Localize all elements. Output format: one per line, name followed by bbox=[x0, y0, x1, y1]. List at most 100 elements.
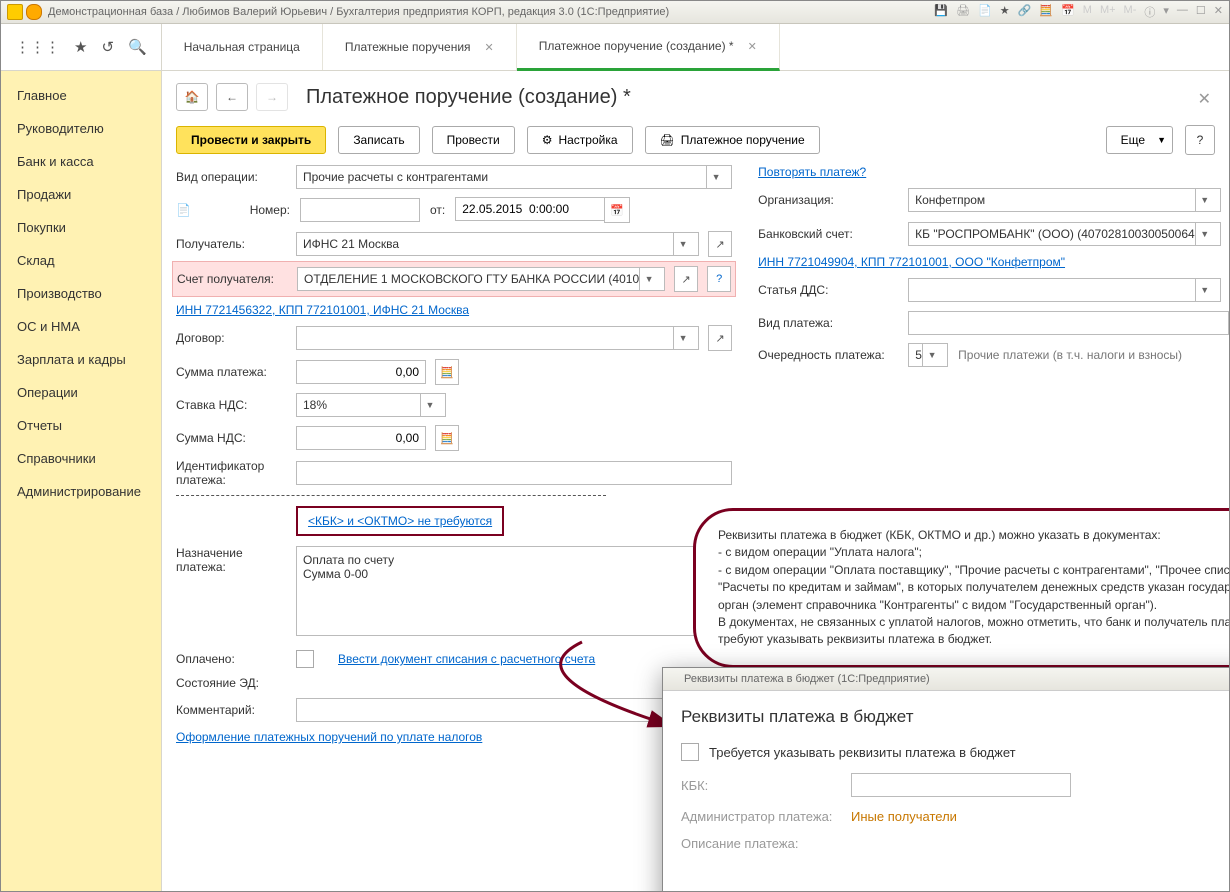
minimize-icon[interactable]: — bbox=[1177, 4, 1188, 20]
chevron-down-icon[interactable]: ▼ bbox=[1195, 189, 1214, 211]
window-title: Демонстрационная база / Любимов Валерий … bbox=[48, 6, 669, 18]
popup-title-bar: Реквизиты платежа в бюджет (1С:Предприят… bbox=[663, 668, 1229, 691]
vat-sum-input[interactable] bbox=[296, 426, 426, 450]
inn-left-link[interactable]: ИНН 7721456322, КПП 772101001, ИФНС 21 М… bbox=[176, 303, 469, 317]
doc-icon[interactable]: 📄 bbox=[978, 4, 992, 20]
sidebar-item-catalogs[interactable]: Справочники bbox=[1, 442, 161, 475]
gear-icon: ⚙ bbox=[542, 133, 553, 147]
m-plus-icon: M+ bbox=[1100, 4, 1116, 20]
tax-link[interactable]: Оформление платежных поручений по уплате… bbox=[176, 730, 482, 744]
sidebar-item-reports[interactable]: Отчеты bbox=[1, 409, 161, 442]
sidebar-item-sales[interactable]: Продажи bbox=[1, 178, 161, 211]
kbk-input[interactable] bbox=[851, 773, 1071, 797]
print-button[interactable]: 🖨Платежное поручение bbox=[645, 126, 820, 154]
apps-icon[interactable]: ⋮⋮⋮ bbox=[15, 38, 60, 56]
sidebar-item-stock[interactable]: Склад bbox=[1, 244, 161, 277]
sidebar-item-main[interactable]: Главное bbox=[1, 79, 161, 112]
recipient-bank-select[interactable]: ОТДЕЛЕНИЕ 1 МОСКОВСКОГО ГТУ БАНКА РОССИИ… bbox=[297, 267, 665, 291]
sidebar: Главное Руководителю Банк и касса Продаж… bbox=[1, 71, 162, 892]
chevron-down-icon[interactable]: ▼ bbox=[673, 327, 692, 349]
tab-payment-create[interactable]: Платежное поручение (создание) *✕ bbox=[517, 24, 780, 71]
help-field-button[interactable]: ? bbox=[707, 266, 731, 292]
chevron-down-icon[interactable]: ▼ bbox=[1195, 223, 1214, 245]
contract-label: Договор: bbox=[176, 331, 286, 345]
chevron-down-icon[interactable]: ▼ bbox=[639, 268, 658, 290]
sidebar-item-director[interactable]: Руководителю bbox=[1, 112, 161, 145]
sidebar-item-production[interactable]: Производство bbox=[1, 277, 161, 310]
purpose-textarea[interactable]: Оплата по счету Сумма 0-00 bbox=[296, 546, 732, 636]
repeat-link[interactable]: Повторять платеж? bbox=[758, 165, 866, 179]
vat-sum-label: Сумма НДС: bbox=[176, 431, 286, 445]
paid-checkbox[interactable] bbox=[296, 650, 314, 668]
sum-input[interactable] bbox=[296, 360, 426, 384]
date-input[interactable]: 📅 bbox=[455, 197, 630, 223]
open-icon[interactable]: ↗ bbox=[708, 325, 732, 351]
app-logo-icon bbox=[669, 674, 680, 685]
dropdown-icon[interactable]: ▾ bbox=[1163, 4, 1169, 20]
separator bbox=[176, 495, 606, 496]
app-logo-icon bbox=[7, 4, 23, 20]
link-icon[interactable]: 🔗 bbox=[1018, 4, 1032, 20]
number-input[interactable] bbox=[300, 198, 420, 222]
chevron-down-icon[interactable]: ▼ bbox=[1195, 279, 1214, 301]
open-icon[interactable]: ↗ bbox=[708, 231, 732, 257]
history-icon[interactable]: ↺ bbox=[101, 38, 114, 56]
sidebar-item-hr[interactable]: Зарплата и кадры bbox=[1, 343, 161, 376]
info-icon[interactable]: ⓘ bbox=[1144, 4, 1155, 20]
sidebar-item-operations[interactable]: Операции bbox=[1, 376, 161, 409]
paid-link[interactable]: Ввести документ списания с расчетного сч… bbox=[338, 652, 595, 666]
save-button[interactable]: Записать bbox=[338, 126, 419, 154]
save-icon[interactable]: 💾 bbox=[934, 4, 948, 20]
print-icon[interactable]: 🖨 bbox=[956, 4, 970, 20]
back-button[interactable]: ← bbox=[216, 83, 248, 111]
priority-select[interactable]: 5▼ bbox=[908, 343, 948, 367]
pay-kind-select[interactable]: ▼ bbox=[908, 311, 1229, 335]
chevron-down-icon[interactable]: ▼ bbox=[673, 233, 692, 255]
printer-icon: 🖨 bbox=[660, 133, 675, 147]
sys-icons: 💾 🖨 📄 ★ 🔗 🧮 📅 M M+ M- ⓘ ▾ — ☐ ✕ bbox=[934, 4, 1223, 20]
sidebar-item-assets[interactable]: ОС и НМА bbox=[1, 310, 161, 343]
chevron-down-icon[interactable]: ▼ bbox=[706, 166, 725, 188]
bank-acct-select[interactable]: КБ "РОСПРОМБАНК" (ООО) (4070281003005006… bbox=[908, 222, 1221, 246]
org-select[interactable]: Конфетпром▼ bbox=[908, 188, 1221, 212]
vat-rate-select[interactable]: 18%▼ bbox=[296, 393, 446, 417]
sidebar-item-purchases[interactable]: Покупки bbox=[1, 211, 161, 244]
calc-icon[interactable]: 🧮 bbox=[435, 425, 459, 451]
sidebar-item-bank[interactable]: Банк и касса bbox=[1, 145, 161, 178]
post-button[interactable]: Провести bbox=[432, 126, 515, 154]
tab-payments[interactable]: Платежные поручения✕ bbox=[323, 24, 517, 70]
more-button[interactable]: Еще ▼ bbox=[1106, 126, 1173, 154]
home-button[interactable]: 🏠 bbox=[176, 83, 208, 111]
help-button[interactable]: ? bbox=[1185, 125, 1215, 155]
close-icon[interactable]: ✕ bbox=[748, 40, 757, 53]
calc-icon[interactable]: 🧮 bbox=[435, 359, 459, 385]
operation-select[interactable]: Прочие расчеты с контрагентами ▼ bbox=[296, 165, 732, 189]
chevron-down-icon[interactable]: ▼ bbox=[922, 344, 941, 366]
kbk-link[interactable]: <КБК> и <ОКТМО> не требуются bbox=[308, 514, 492, 528]
calendar-icon[interactable]: 📅 bbox=[604, 197, 630, 223]
top-toolbar: ⋮⋮⋮ ★ ↺ 🔍 Начальная страница Платежные п… bbox=[1, 24, 1229, 71]
settings-button[interactable]: ⚙Настройка bbox=[527, 126, 633, 154]
dds-select[interactable]: ▼ bbox=[908, 278, 1221, 302]
tab-home[interactable]: Начальная страница bbox=[162, 24, 323, 70]
close-icon[interactable]: ✕ bbox=[485, 41, 494, 54]
close-window-icon[interactable]: ✕ bbox=[1214, 4, 1223, 20]
open-icon[interactable]: ↗ bbox=[674, 266, 698, 292]
search-icon[interactable]: 🔍 bbox=[128, 38, 147, 56]
favorite-icon[interactable]: ★ bbox=[74, 38, 87, 56]
ident-input[interactable] bbox=[296, 461, 732, 485]
close-page-icon[interactable]: ✕ bbox=[1198, 89, 1211, 109]
chevron-down-icon[interactable]: ▼ bbox=[1228, 312, 1229, 334]
recipient-select[interactable]: ИФНС 21 Москва ▼ bbox=[296, 232, 699, 256]
star-icon[interactable]: ★ bbox=[1000, 4, 1010, 20]
calc-icon[interactable]: 🧮 bbox=[1039, 4, 1053, 20]
sidebar-item-admin[interactable]: Администрирование bbox=[1, 475, 161, 508]
maximize-icon[interactable]: ☐ bbox=[1196, 4, 1206, 20]
post-close-button[interactable]: Провести и закрыть bbox=[176, 126, 326, 154]
chevron-down-icon[interactable]: ▼ bbox=[420, 394, 439, 416]
forward-button[interactable]: → bbox=[256, 83, 288, 111]
calendar-icon[interactable]: 📅 bbox=[1061, 4, 1075, 20]
inn-right-link[interactable]: ИНН 7721049904, КПП 772101001, ООО "Конф… bbox=[758, 255, 1065, 269]
contract-select[interactable]: ▼ bbox=[296, 326, 699, 350]
require-checkbox[interactable] bbox=[681, 743, 699, 761]
